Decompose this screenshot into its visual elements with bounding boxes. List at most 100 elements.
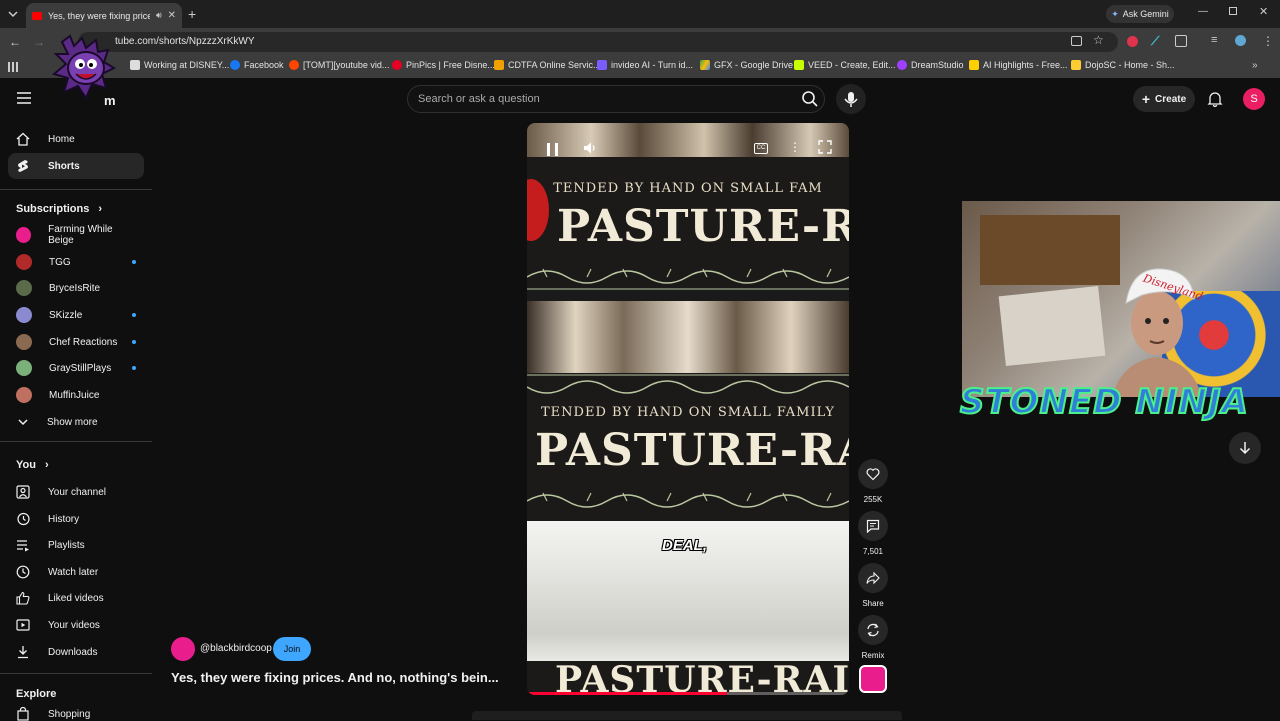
captions-button[interactable]: CC xyxy=(754,143,768,154)
subscription-item[interactable]: Chef Reactions xyxy=(16,332,136,352)
channel-avatar[interactable] xyxy=(171,637,195,661)
extensions-puzzle-icon[interactable] xyxy=(1175,35,1187,47)
sidebar-item-history[interactable]: History xyxy=(8,506,144,532)
label-text: TENDED BY HAND ON SMALL FAM xyxy=(553,181,823,196)
sidebar-item-your-videos[interactable]: Your videos xyxy=(8,612,144,638)
video-progress-bar[interactable] xyxy=(527,692,849,695)
browser-tab[interactable]: Yes, they were fixing prices 🔊︎ ✕ xyxy=(26,3,182,28)
sound-thumbnail[interactable] xyxy=(859,665,887,693)
back-button[interactable]: ← xyxy=(9,35,21,49)
chevron-right-icon: › xyxy=(98,203,103,215)
sidebar-item-watch-later[interactable]: Watch later xyxy=(8,559,144,585)
extension-teal-icon[interactable]: ⟋ xyxy=(1151,34,1159,49)
create-button[interactable]: + Create xyxy=(1133,86,1195,112)
notifications-bell-icon[interactable] xyxy=(1207,91,1223,107)
install-app-icon[interactable] xyxy=(1071,36,1082,46)
minimize-button[interactable]: — xyxy=(1198,6,1208,17)
tab-close-icon[interactable]: ✕ xyxy=(168,10,176,21)
remix-icon xyxy=(867,623,879,637)
short-title[interactable]: Yes, they were fixing prices. And no, no… xyxy=(171,670,499,685)
bookmark-label: Working at DISNEY... xyxy=(144,60,230,70)
bookmark-item[interactable]: [TOMT][youtube vid... xyxy=(289,60,389,70)
bookmark-label: DojoSC - Home - Sh... xyxy=(1085,60,1175,70)
sidebar-item-your-channel[interactable]: Your channel xyxy=(8,479,144,505)
bookmark-label: invideo AI - Turn id... xyxy=(611,60,694,70)
share-button[interactable]: Share xyxy=(858,563,888,608)
youtube-logo-fragment[interactable]: m xyxy=(104,93,116,108)
short-video-player[interactable]: TENDED BY HAND ON SMALL FAM PASTURE-RA T… xyxy=(527,123,849,695)
new-content-dot xyxy=(132,260,136,264)
create-label: Create xyxy=(1155,93,1187,105)
browser-menu-icon[interactable]: ⋮ xyxy=(1262,34,1274,48)
youtube-favicon-icon xyxy=(32,11,42,20)
restore-button[interactable] xyxy=(1229,7,1237,15)
account-avatar[interactable]: S xyxy=(1243,88,1265,110)
webcam-overlay: Disneyland xyxy=(962,201,1280,397)
volume-button[interactable] xyxy=(583,141,597,155)
subscription-item[interactable]: Farming While Beige xyxy=(16,224,136,246)
subscription-item[interactable]: SKizzle xyxy=(16,305,136,325)
hamburger-menu-icon[interactable] xyxy=(17,92,31,104)
subscription-item[interactable]: GrayStillPlays xyxy=(16,358,136,378)
sidebar-item-downloads[interactable]: Downloads xyxy=(8,639,144,665)
tab-audio-icon[interactable]: 🔊︎ xyxy=(156,10,162,21)
ask-gemini-button[interactable]: ✦ Ask Gemini xyxy=(1106,5,1174,23)
bookmark-item[interactable]: Working at DISNEY... xyxy=(130,60,229,70)
tab-search-button[interactable] xyxy=(6,7,20,21)
voice-search-button[interactable] xyxy=(836,84,866,114)
next-video-button[interactable] xyxy=(1229,432,1261,464)
video-frame-carton-mid xyxy=(527,301,849,373)
bookmark-item[interactable]: VEED - Create, Edit... xyxy=(794,60,896,70)
search-input[interactable]: Search or ask a question xyxy=(407,85,825,113)
bookmark-item[interactable]: CDTFA Online Servic... xyxy=(494,60,601,70)
bookmark-item[interactable]: GFX - Google Drive xyxy=(700,60,793,70)
bookmark-item[interactable]: DreamStudio xyxy=(897,60,964,70)
more-options-icon[interactable]: ⋮ xyxy=(789,140,801,154)
channel-avatar xyxy=(16,280,32,296)
sidebar-item-shopping[interactable]: Shopping xyxy=(8,707,144,721)
subscription-item[interactable]: MuffinJuice xyxy=(16,385,136,405)
media-control-icon[interactable]: ≡ xyxy=(1211,34,1217,46)
cdtfa-icon xyxy=(494,60,504,70)
bookmark-label: CDTFA Online Servic... xyxy=(508,60,601,70)
like-button[interactable]: 255K xyxy=(858,459,888,504)
join-button[interactable]: Join xyxy=(273,637,311,661)
show-more-button[interactable]: Show more xyxy=(16,412,136,432)
bookmark-item[interactable]: DojoSC - Home - Sh... xyxy=(1071,60,1175,70)
new-content-dot xyxy=(132,340,136,344)
bookmark-label: DreamStudio xyxy=(911,60,964,70)
new-tab-button[interactable]: + xyxy=(188,6,196,22)
you-heading[interactable]: You › xyxy=(16,459,49,471)
apps-grid-icon[interactable] xyxy=(8,62,18,72)
channel-handle[interactable]: @blackbirdcoop xyxy=(200,643,272,654)
pause-button[interactable] xyxy=(547,143,558,156)
bookmark-item[interactable]: PinPics | Free Disne... xyxy=(392,60,495,70)
sidebar-item-home[interactable]: Home xyxy=(8,126,144,152)
sidebar-divider xyxy=(0,189,152,190)
search-icon[interactable] xyxy=(801,90,819,108)
subscriptions-heading[interactable]: Subscriptions › xyxy=(16,203,102,215)
sidebar-item-label: Playlists xyxy=(48,539,85,551)
sidebar-item-label: History xyxy=(48,513,80,525)
sidebar-item-liked-videos[interactable]: Liked videos xyxy=(8,585,144,611)
fullscreen-button[interactable] xyxy=(818,140,832,154)
profile-extension-icon[interactable] xyxy=(1235,35,1246,46)
channel-avatar xyxy=(16,360,32,376)
close-window-button[interactable]: ✕ xyxy=(1259,5,1268,18)
more-bookmarks-icon[interactable]: » xyxy=(1252,60,1258,71)
bookmark-item[interactable]: invideo AI - Turn id... xyxy=(597,60,693,70)
forward-button[interactable]: → xyxy=(33,35,45,49)
bookmark-star-icon[interactable]: ☆ xyxy=(1093,33,1104,47)
remix-button[interactable]: Remix xyxy=(858,615,888,660)
bookmark-item[interactable]: AI Highlights - Free... xyxy=(969,60,1068,70)
extension-red-icon[interactable] xyxy=(1127,36,1138,47)
sidebar-item-playlists[interactable]: Playlists xyxy=(8,532,144,558)
subscription-item[interactable]: TGG xyxy=(16,252,136,272)
gemini-icon: ✦ xyxy=(1111,8,1119,19)
bookmark-item[interactable]: Facebook xyxy=(230,60,284,70)
subscription-item[interactable]: BryceIsRite xyxy=(16,278,136,298)
comments-button[interactable]: 7,501 xyxy=(858,511,888,556)
bookmark-label: AI Highlights - Free... xyxy=(983,60,1068,70)
channel-avatar xyxy=(16,334,32,350)
sidebar-item-shorts[interactable]: Shorts xyxy=(8,153,144,179)
